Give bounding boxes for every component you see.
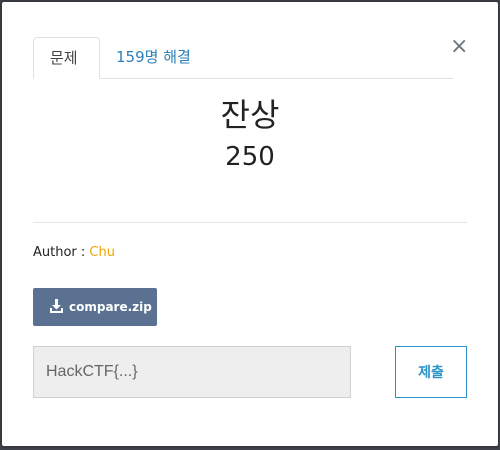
author-name: Chu — [89, 245, 115, 260]
close-icon[interactable]: × — [450, 36, 468, 58]
download-icon — [50, 299, 63, 313]
submit-button[interactable]: 제출 — [395, 346, 467, 398]
challenge-points: 250 — [225, 142, 275, 172]
download-file-button[interactable]: compare.zip — [33, 288, 157, 326]
tab-challenge[interactable]: 문제 — [33, 37, 100, 79]
author-line: Author : Chu — [33, 245, 115, 260]
flag-input[interactable] — [33, 346, 351, 398]
challenge-title: 잔상 — [220, 96, 280, 134]
challenge-modal: 문제 159명 해결 × 잔상 250 Author : Chu compare… — [2, 2, 498, 446]
tab-bar: 문제 159명 해결 — [33, 37, 453, 79]
author-prefix: Author : — [33, 245, 90, 260]
divider — [33, 222, 467, 223]
tab-solves[interactable]: 159명 해결 — [100, 37, 207, 77]
download-file-label: compare.zip — [69, 300, 152, 314]
